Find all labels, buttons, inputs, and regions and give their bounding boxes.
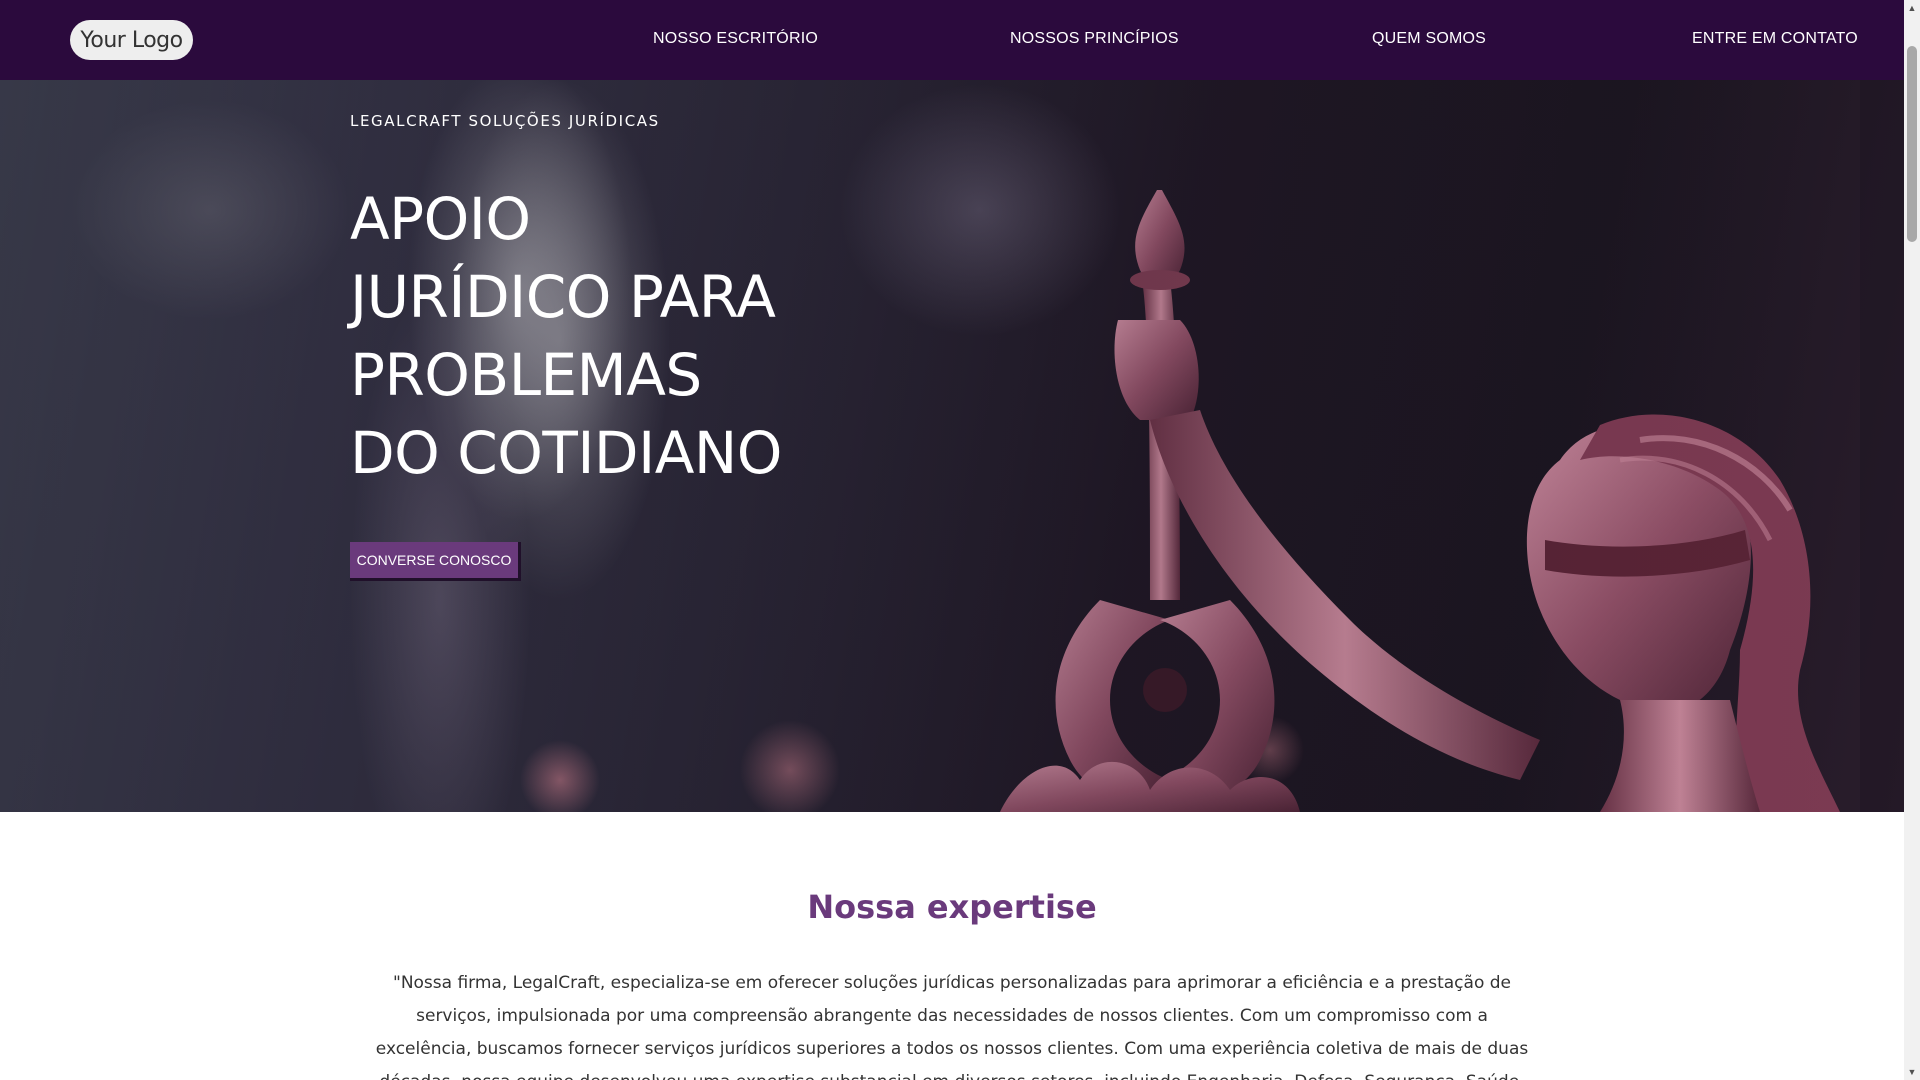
expertise-title: Nossa expertise <box>807 888 1097 926</box>
converse-conosco-button[interactable]: CONVERSE CONOSCO <box>350 542 521 581</box>
logo[interactable]: Your Logo <box>70 20 193 60</box>
scroll-down-arrow-icon[interactable]: ▼ <box>1904 1064 1920 1080</box>
nav-link-quem-somos[interactable]: QUEM SOMOS <box>1372 30 1486 48</box>
hero-title-line: PROBLEMAS <box>350 341 702 409</box>
nav-link-entre-em-contato[interactable]: ENTRE EM CONTATO <box>1692 30 1858 48</box>
hero-section: LEGALCRAFT SOLUÇÕES JURÍDICAS APOIO JURÍ… <box>0 80 1904 812</box>
hero-title-line: DO COTIDIANO <box>350 419 782 487</box>
scrollbar-thumb[interactable] <box>1907 46 1917 242</box>
vertical-scrollbar[interactable]: ▲ ▼ <box>1904 0 1920 1080</box>
hero-title-line: APOIO <box>350 185 531 253</box>
page: Your Logo NOSSO ESCRITÓRIO NOSSOS PRINCÍ… <box>0 0 1920 1080</box>
nav-link-nossos-principios[interactable]: NOSSOS PRINCÍPIOS <box>1010 30 1179 48</box>
scroll-up-arrow-icon[interactable]: ▲ <box>1904 0 1920 16</box>
hero-title: APOIO JURÍDICO PARA PROBLEMAS DO COTIDIA… <box>350 180 870 492</box>
expertise-text: "Nossa firma, LegalCraft, especializa-se… <box>375 973 1529 1080</box>
site-header: Your Logo NOSSO ESCRITÓRIO NOSSOS PRINCÍ… <box>0 0 1904 80</box>
hero-eyebrow: LEGALCRAFT SOLUÇÕES JURÍDICAS <box>350 112 660 130</box>
nav-link-nosso-escritorio[interactable]: NOSSO ESCRITÓRIO <box>653 30 818 48</box>
hero-title-line: JURÍDICO PARA <box>350 263 776 331</box>
hero-overlay <box>0 80 1904 812</box>
